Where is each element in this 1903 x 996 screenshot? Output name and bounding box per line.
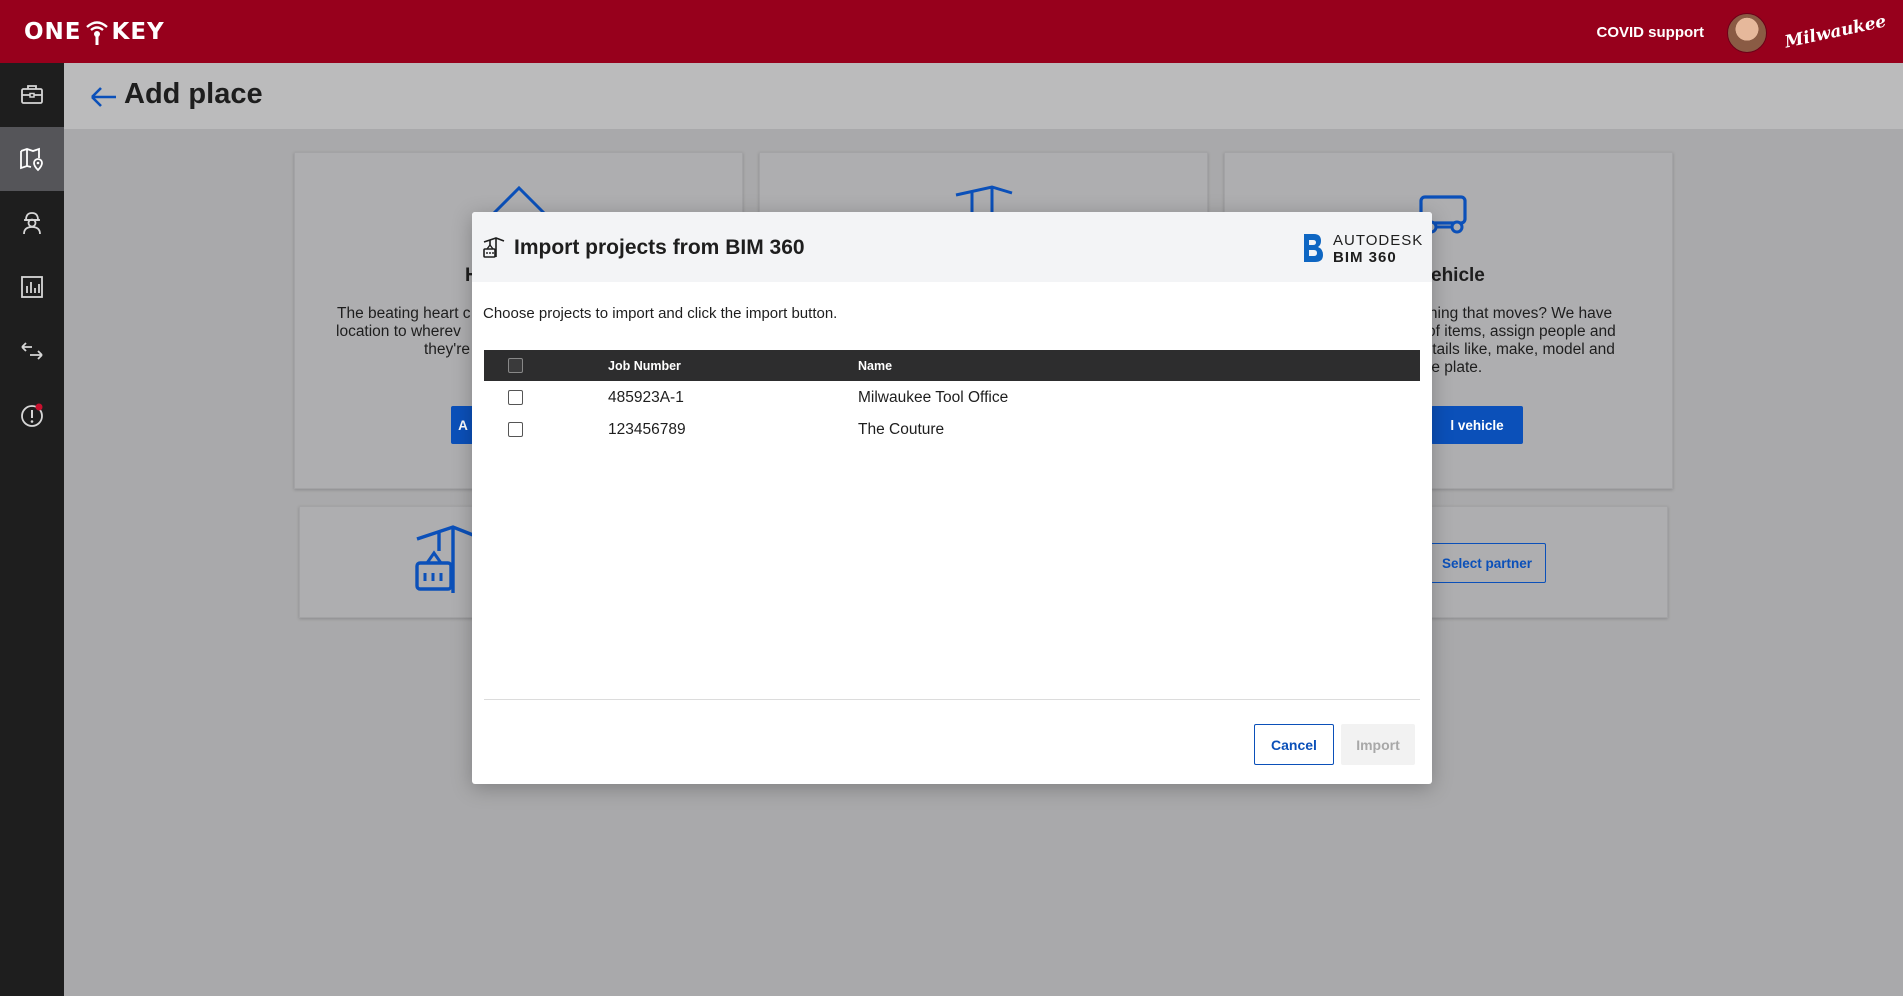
key-icon	[84, 18, 110, 46]
card-title: ehicle	[1431, 265, 1485, 286]
transfer-icon	[21, 342, 43, 360]
card-text-line: k of items, assign people and	[1415, 323, 1616, 340]
table-row[interactable]: 123456789 The Couture	[484, 413, 1420, 445]
back-arrow-icon[interactable]	[88, 84, 118, 110]
import-dialog: Import projects from BIM 360 AUTODESK BI…	[472, 212, 1432, 784]
toolbox-icon	[21, 85, 43, 104]
table-row[interactable]: 485923A-1 Milwaukee Tool Office	[484, 381, 1420, 413]
milwaukee-logo: Milwaukee	[1782, 11, 1889, 53]
project-name-cell: Milwaukee Tool Office	[858, 389, 1009, 406]
crane-icon	[483, 237, 505, 258]
select-all-checkbox[interactable]	[508, 358, 523, 373]
dialog-title: Import projects from BIM 360	[514, 236, 805, 259]
job-number-cell: 123456789	[608, 421, 686, 438]
covid-support-link[interactable]: COVID support	[1597, 24, 1705, 41]
sidebar-item-tools[interactable]	[0, 63, 64, 127]
dialog-header: Import projects from BIM 360 AUTODESK BI…	[472, 212, 1432, 282]
sidebar-item-people[interactable]	[0, 191, 64, 255]
page-title: Add place	[124, 78, 263, 110]
column-header-name[interactable]: Name	[858, 359, 892, 373]
column-header-job-number[interactable]: Job Number	[608, 359, 681, 373]
job-number-cell: 485923A-1	[608, 389, 684, 406]
alert-icon	[21, 403, 43, 427]
add-vehicle-button[interactable]: l vehicle	[1431, 406, 1523, 444]
top-bar: ONE KEY COVID support Milwaukee	[0, 0, 1903, 63]
project-name-cell: The Couture	[858, 421, 945, 438]
sidebar-item-reports[interactable]	[0, 255, 64, 319]
crane-container-icon	[415, 525, 474, 593]
worker-icon	[23, 212, 41, 235]
select-partner-button[interactable]: Select partner	[1428, 543, 1546, 583]
cancel-button[interactable]: Cancel	[1254, 724, 1334, 765]
sidebar-item-places[interactable]	[0, 127, 64, 191]
map-pin-icon	[20, 147, 43, 172]
projects-table: Job Number Name 485923A-1 Milwaukee Tool…	[484, 350, 1420, 445]
sidebar-item-transfers[interactable]	[0, 319, 64, 383]
sidebar	[0, 63, 64, 996]
import-button[interactable]: Import	[1341, 724, 1415, 765]
bim360-wordmark: BIM 360	[1333, 249, 1397, 266]
bim360-b-icon	[1304, 234, 1323, 262]
card-text-line: they're	[424, 341, 471, 358]
sidebar-item-alerts[interactable]	[0, 383, 64, 447]
dialog-divider	[484, 699, 1420, 700]
card-text-line: location to wherev	[336, 323, 461, 340]
card-text-line: The beating heart c	[337, 305, 471, 322]
autodesk-bim360-logo: AUTODESK BIM 360	[1301, 230, 1424, 266]
table-header: Job Number Name	[484, 350, 1420, 381]
onekey-logo[interactable]: ONE KEY	[24, 18, 165, 46]
row-checkbox[interactable]	[508, 390, 523, 405]
card-text-line: ething that moves? We have	[1416, 305, 1613, 322]
bar-chart-icon	[21, 276, 43, 298]
dialog-description: Choose projects to import and click the …	[483, 305, 838, 322]
user-avatar[interactable]	[1727, 13, 1767, 53]
card-text-line: details like, make, model and	[1415, 341, 1615, 358]
page-header	[64, 63, 1903, 129]
autodesk-wordmark: AUTODESK	[1333, 232, 1424, 249]
row-checkbox[interactable]	[508, 422, 523, 437]
